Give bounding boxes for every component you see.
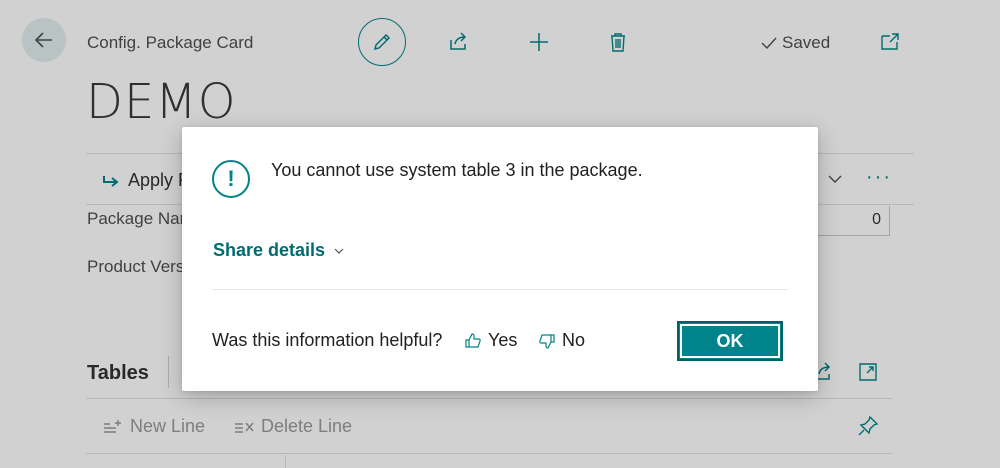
- dialog-message: You cannot use system table 3 in the pac…: [271, 160, 643, 180]
- yes-label: Yes: [488, 330, 518, 350]
- no-label: No: [562, 330, 586, 350]
- helpful-question: Was this information helpful?: [212, 330, 443, 350]
- ok-button[interactable]: OK: [677, 321, 783, 361]
- helpful-no-button[interactable]: No: [538, 330, 585, 351]
- page-background: Config. Package Card Saved DEMO Apply P …: [0, 0, 1000, 468]
- helpful-yes-button[interactable]: Yes: [464, 330, 517, 351]
- error-dialog: ! You cannot use system table 3 in the p…: [182, 127, 818, 391]
- info-exclamation-icon: !: [212, 160, 250, 198]
- thumbs-up-icon: [465, 332, 481, 348]
- thumbs-down-icon: [539, 333, 555, 349]
- chevron-down-icon: [334, 248, 344, 254]
- share-details-toggle[interactable]: Share details: [213, 240, 345, 261]
- share-details-label: Share details: [213, 240, 326, 260]
- dialog-divider: [212, 289, 788, 290]
